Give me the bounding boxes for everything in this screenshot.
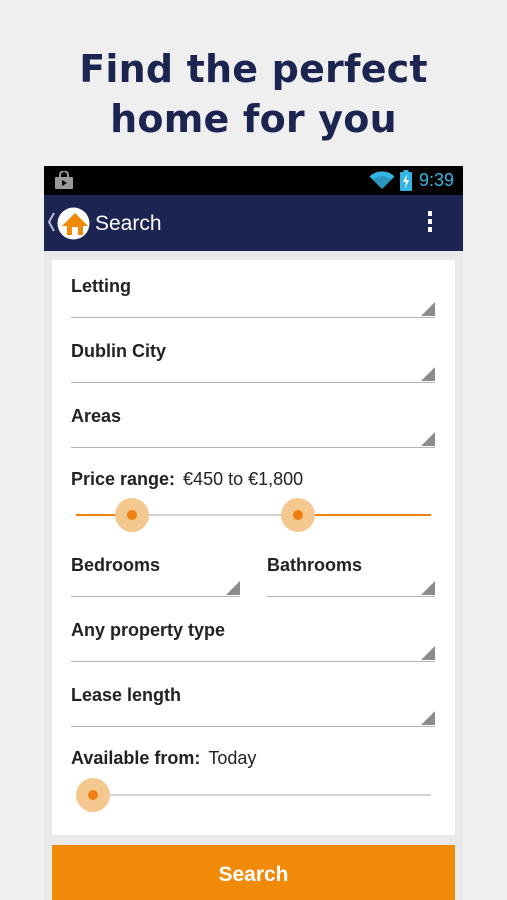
areas-dropdown[interactable]: Areas bbox=[71, 390, 435, 448]
status-time: 9:39 bbox=[419, 170, 455, 190]
dropdown-arrow-icon bbox=[421, 367, 435, 381]
slider-track bbox=[131, 514, 299, 516]
marketing-headline: Find the perfect home for you bbox=[0, 44, 507, 144]
app-logo-house-icon[interactable] bbox=[57, 207, 90, 240]
bedrooms-dropdown[interactable]: Bedrooms bbox=[71, 539, 240, 597]
wifi-icon bbox=[369, 171, 395, 189]
slider-track bbox=[93, 794, 431, 796]
slider-track-active bbox=[298, 514, 431, 516]
available-from-slider[interactable] bbox=[76, 778, 431, 812]
overflow-menu-icon[interactable] bbox=[422, 209, 438, 237]
property-type-dropdown[interactable]: Any property type bbox=[71, 604, 435, 662]
dropdown-arrow-icon bbox=[421, 581, 435, 595]
price-max-thumb[interactable] bbox=[281, 498, 316, 532]
app-bar-title: Search bbox=[95, 212, 162, 235]
search-button[interactable]: Search bbox=[52, 845, 455, 900]
location-value: Dublin City bbox=[71, 341, 166, 361]
shopping-bag-icon bbox=[55, 171, 73, 189]
bathrooms-dropdown[interactable]: Bathrooms bbox=[267, 539, 435, 597]
price-range-slider[interactable] bbox=[76, 498, 431, 532]
available-from-label-row: Available from: Today bbox=[71, 748, 256, 769]
listing-type-value: Letting bbox=[71, 276, 131, 296]
dropdown-underline bbox=[71, 317, 435, 318]
lease-length-value: Lease length bbox=[71, 685, 182, 705]
price-range-label-row: Price range: €450 to €1,800 bbox=[71, 469, 303, 490]
search-form-card: Letting Dublin City Areas Price range: €4… bbox=[52, 260, 455, 835]
app-bar: Search bbox=[44, 195, 463, 251]
dropdown-arrow-icon bbox=[226, 581, 240, 595]
areas-value: Areas bbox=[71, 406, 122, 426]
headline-line-1: Find the perfect bbox=[79, 47, 428, 91]
dropdown-underline bbox=[71, 596, 240, 597]
dropdown-underline bbox=[71, 726, 435, 727]
dropdown-underline bbox=[267, 596, 435, 597]
lease-length-dropdown[interactable]: Lease length bbox=[71, 669, 435, 727]
price-range-label: Price range: bbox=[71, 469, 176, 489]
available-from-label: Available from: bbox=[71, 748, 201, 768]
available-from-value: Today bbox=[208, 748, 257, 768]
dropdown-arrow-icon bbox=[421, 432, 435, 446]
dropdown-arrow-icon bbox=[421, 646, 435, 660]
dropdown-arrow-icon bbox=[421, 711, 435, 725]
status-bar: 9:39 bbox=[44, 166, 463, 195]
dropdown-underline bbox=[71, 447, 435, 448]
dropdown-arrow-icon bbox=[421, 302, 435, 316]
property-type-value: Any property type bbox=[71, 620, 226, 640]
bedrooms-value: Bedrooms bbox=[71, 555, 161, 575]
location-dropdown[interactable]: Dublin City bbox=[71, 325, 435, 383]
phone-screen: 9:39 Search Letting Dublin City Areas Pr… bbox=[44, 166, 463, 900]
battery-charging-icon bbox=[400, 170, 412, 191]
headline-line-2: home for you bbox=[110, 97, 397, 141]
price-range-value: €450 to €1,800 bbox=[183, 469, 304, 489]
listing-type-dropdown[interactable]: Letting bbox=[71, 260, 435, 318]
price-min-thumb[interactable] bbox=[114, 498, 149, 532]
bathrooms-value: Bathrooms bbox=[267, 555, 363, 575]
available-from-thumb[interactable] bbox=[76, 778, 110, 812]
dropdown-underline bbox=[71, 661, 435, 662]
dropdown-underline bbox=[71, 382, 435, 383]
back-chevron-icon[interactable] bbox=[47, 212, 55, 232]
